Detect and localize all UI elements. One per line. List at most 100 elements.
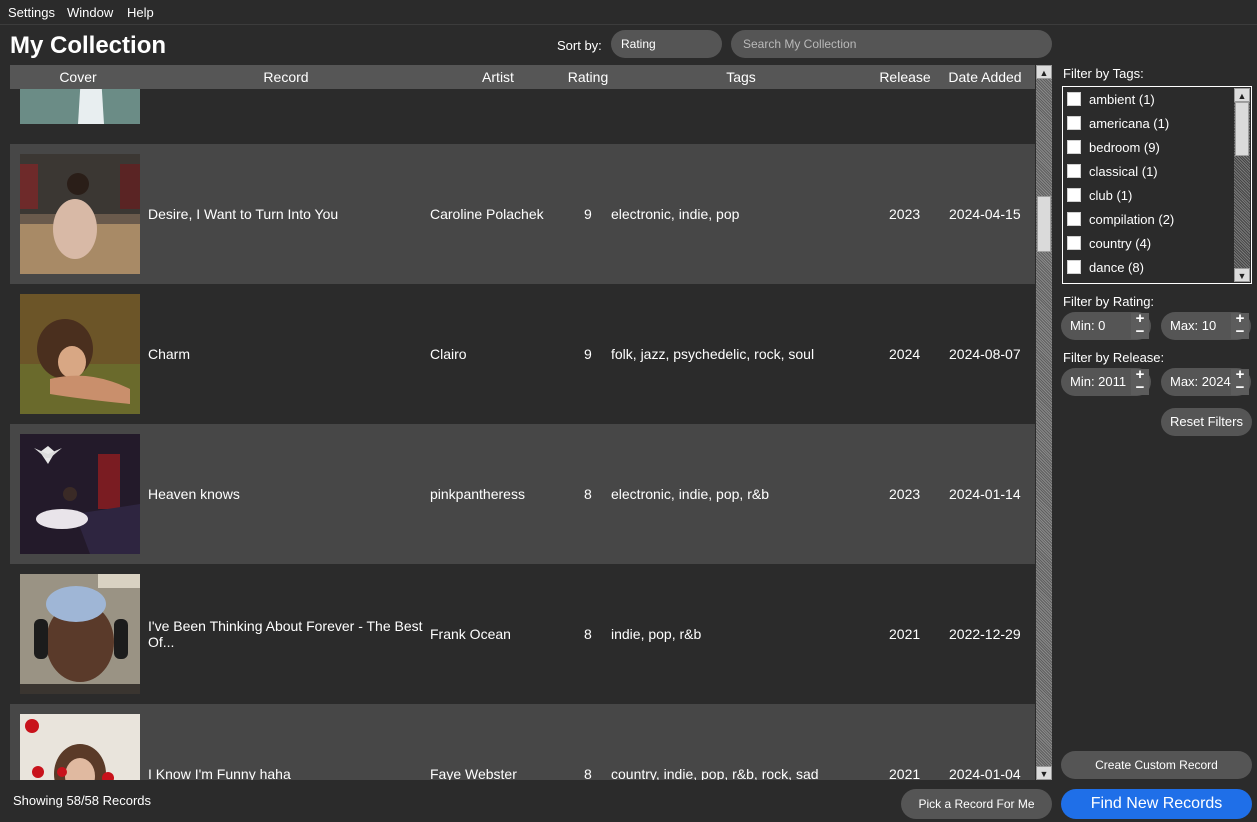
release-min-value: Min: 2011 xyxy=(1070,374,1127,389)
table-scrollbar[interactable]: ▲ ▼ xyxy=(1036,65,1052,780)
column-header-cover[interactable]: Cover xyxy=(59,69,96,85)
tag-label: compilation (2) xyxy=(1089,211,1175,227)
decrement-icon[interactable]: − xyxy=(1231,380,1249,395)
menu-settings[interactable]: Settings xyxy=(8,5,55,20)
record-artist: Frank Ocean xyxy=(430,626,511,642)
record-date-added: 2024-08-07 xyxy=(949,346,1021,362)
column-header-release[interactable]: Release xyxy=(879,69,930,85)
scrollbar-thumb[interactable] xyxy=(1235,102,1249,156)
decrement-icon[interactable]: − xyxy=(1231,324,1249,339)
album-cover xyxy=(20,89,140,124)
record-release: 2021 xyxy=(889,766,921,780)
album-cover xyxy=(20,154,140,274)
menu-help[interactable]: Help xyxy=(127,5,154,20)
table-row[interactable]: Desire, I Want to Turn Into You Caroline… xyxy=(10,144,1035,284)
tag-filter-item[interactable]: country (4) xyxy=(1067,233,1151,253)
tag-filter-item[interactable]: americana (1) xyxy=(1067,113,1169,133)
record-title: I Know I'm Funny haha xyxy=(148,766,291,780)
record-rating: 9 xyxy=(584,206,592,222)
checkbox[interactable] xyxy=(1067,188,1081,202)
tag-label: americana (1) xyxy=(1089,115,1170,131)
tag-label: dance (8) xyxy=(1089,259,1144,275)
record-title: I've Been Thinking About Forever - The B… xyxy=(148,618,423,650)
records-table: Desire, I Want to Turn Into You Caroline… xyxy=(10,89,1035,780)
scroll-down-icon[interactable]: ▼ xyxy=(1234,268,1250,282)
record-artist: Clairo xyxy=(430,346,467,362)
scroll-up-icon[interactable]: ▲ xyxy=(1036,65,1052,79)
column-header-tags[interactable]: Tags xyxy=(726,69,756,85)
record-tags: indie, pop, r&b xyxy=(611,626,702,642)
record-title: Desire, I Want to Turn Into You xyxy=(148,206,339,222)
column-header-date-added[interactable]: Date Added xyxy=(948,69,1021,85)
checkbox[interactable] xyxy=(1067,116,1081,130)
tag-filter-item[interactable]: ambient (1) xyxy=(1067,89,1155,109)
record-tags: country, indie, pop, r&b, rock, sad xyxy=(611,766,819,780)
create-custom-record-button[interactable]: Create Custom Record xyxy=(1061,751,1252,779)
scroll-up-icon[interactable]: ▲ xyxy=(1234,88,1250,102)
decrement-icon[interactable]: − xyxy=(1131,324,1149,339)
record-tags: folk, jazz, psychedelic, rock, soul xyxy=(611,346,815,362)
scrollbar-thumb[interactable] xyxy=(1037,196,1051,252)
column-header-rating[interactable]: Rating xyxy=(568,69,608,85)
tag-label: classical (1) xyxy=(1089,163,1158,179)
scroll-down-icon[interactable]: ▼ xyxy=(1036,766,1052,780)
tag-filter-item[interactable]: bedroom (9) xyxy=(1067,137,1160,157)
tag-label: bedroom (9) xyxy=(1089,139,1160,155)
record-rating: 8 xyxy=(584,766,592,780)
record-tags: electronic, indie, pop, r&b xyxy=(611,486,769,502)
pick-record-button[interactable]: Pick a Record For Me xyxy=(901,789,1052,819)
record-title: Charm xyxy=(148,346,191,362)
checkbox[interactable] xyxy=(1067,140,1081,154)
record-date-added: 2022-12-29 xyxy=(949,626,1021,642)
record-artist: pinkpantheress xyxy=(430,486,525,502)
record-release: 2023 xyxy=(889,206,921,222)
checkbox[interactable] xyxy=(1067,260,1081,274)
tag-filter-item[interactable]: compilation (2) xyxy=(1067,209,1174,229)
record-date-added: 2024-04-15 xyxy=(949,206,1021,222)
table-row[interactable] xyxy=(10,89,1035,134)
rating-max-stepper[interactable]: Max: 10 + − xyxy=(1161,311,1251,340)
records-count: Showing 58/58 Records xyxy=(13,793,152,808)
column-header-record[interactable]: Record xyxy=(263,69,308,85)
column-header-artist[interactable]: Artist xyxy=(482,69,514,85)
search-input[interactable] xyxy=(731,30,1052,58)
checkbox[interactable] xyxy=(1067,212,1081,226)
table-row[interactable]: I Know I'm Funny haha Faye Webster 8 cou… xyxy=(10,704,1035,780)
record-artist: Faye Webster xyxy=(430,766,517,780)
album-cover xyxy=(20,714,140,780)
table-row[interactable]: I've Been Thinking About Forever - The B… xyxy=(10,564,1035,704)
album-cover xyxy=(20,294,140,414)
release-max-stepper[interactable]: Max: 2024 + − xyxy=(1161,367,1251,396)
tag-label: ambient (1) xyxy=(1089,91,1155,107)
tag-filter-item[interactable]: club (1) xyxy=(1067,185,1132,205)
checkbox[interactable] xyxy=(1067,164,1081,178)
table-header: Cover Record Artist Rating Tags Release … xyxy=(10,65,1035,89)
tag-filter-item[interactable]: classical (1) xyxy=(1067,161,1158,181)
release-min-stepper[interactable]: Min: 2011 + − xyxy=(1061,367,1151,396)
menu-window[interactable]: Window xyxy=(67,5,113,20)
album-cover xyxy=(20,574,140,694)
reset-filters-button[interactable]: Reset Filters xyxy=(1161,408,1252,436)
decrement-icon[interactable]: − xyxy=(1131,380,1149,395)
tag-label: country (4) xyxy=(1089,235,1152,251)
record-release: 2023 xyxy=(889,486,921,502)
release-max-value: Max: 2024 xyxy=(1170,374,1231,389)
filter-release-label: Filter by Release: xyxy=(1063,350,1165,365)
record-date-added: 2024-01-14 xyxy=(949,486,1021,502)
tag-filter-item[interactable]: dance (8) xyxy=(1067,257,1144,277)
table-row[interactable]: Heaven knows pinkpantheress 8 electronic… xyxy=(10,424,1035,564)
rating-min-stepper[interactable]: Min: 0 + − xyxy=(1061,311,1151,340)
table-row[interactable]: Charm Clairo 9 folk, jazz, psychedelic, … xyxy=(10,284,1035,424)
checkbox[interactable] xyxy=(1067,236,1081,250)
filter-tags-label: Filter by Tags: xyxy=(1063,66,1144,81)
find-new-records-button[interactable]: Find New Records xyxy=(1061,789,1252,819)
record-rating: 8 xyxy=(584,626,592,642)
checkbox[interactable] xyxy=(1067,92,1081,106)
album-cover xyxy=(20,434,140,554)
tag-list-scrollbar[interactable]: ▲ ▼ xyxy=(1234,88,1250,282)
sort-select[interactable]: Rating xyxy=(611,30,722,58)
rating-min-value: Min: 0 xyxy=(1070,318,1106,333)
tag-label: club (1) xyxy=(1089,187,1133,203)
record-rating: 9 xyxy=(584,346,592,362)
sort-label: Sort by: xyxy=(557,38,602,53)
